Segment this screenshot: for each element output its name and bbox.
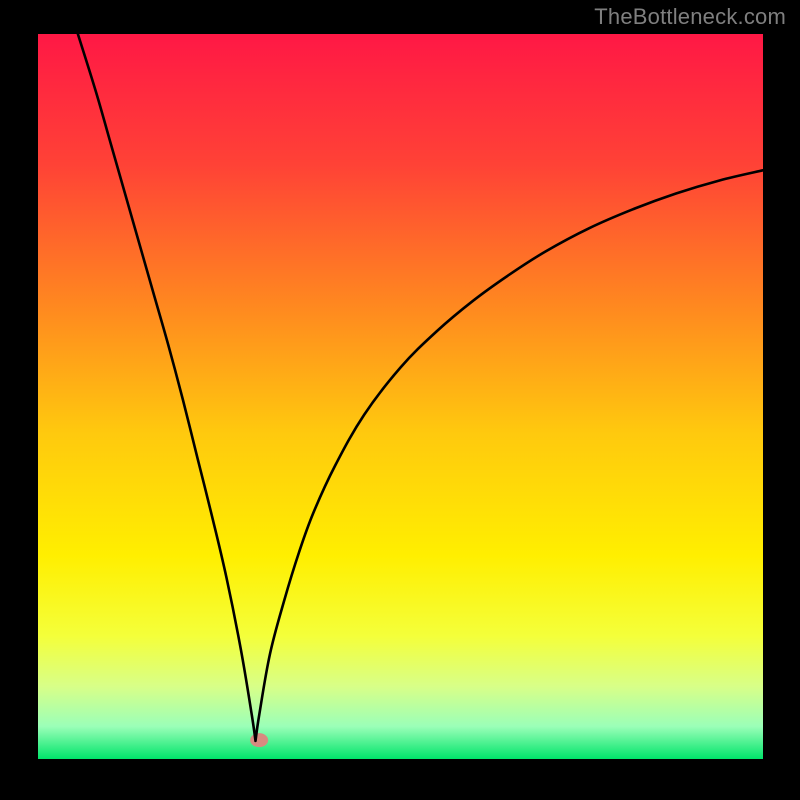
chart-svg	[38, 34, 763, 759]
chart-background	[38, 34, 763, 759]
chart-frame: TheBottleneck.com	[0, 0, 800, 800]
plot-area	[38, 34, 763, 759]
watermark-text: TheBottleneck.com	[594, 4, 786, 30]
cusp-marker	[250, 733, 268, 747]
